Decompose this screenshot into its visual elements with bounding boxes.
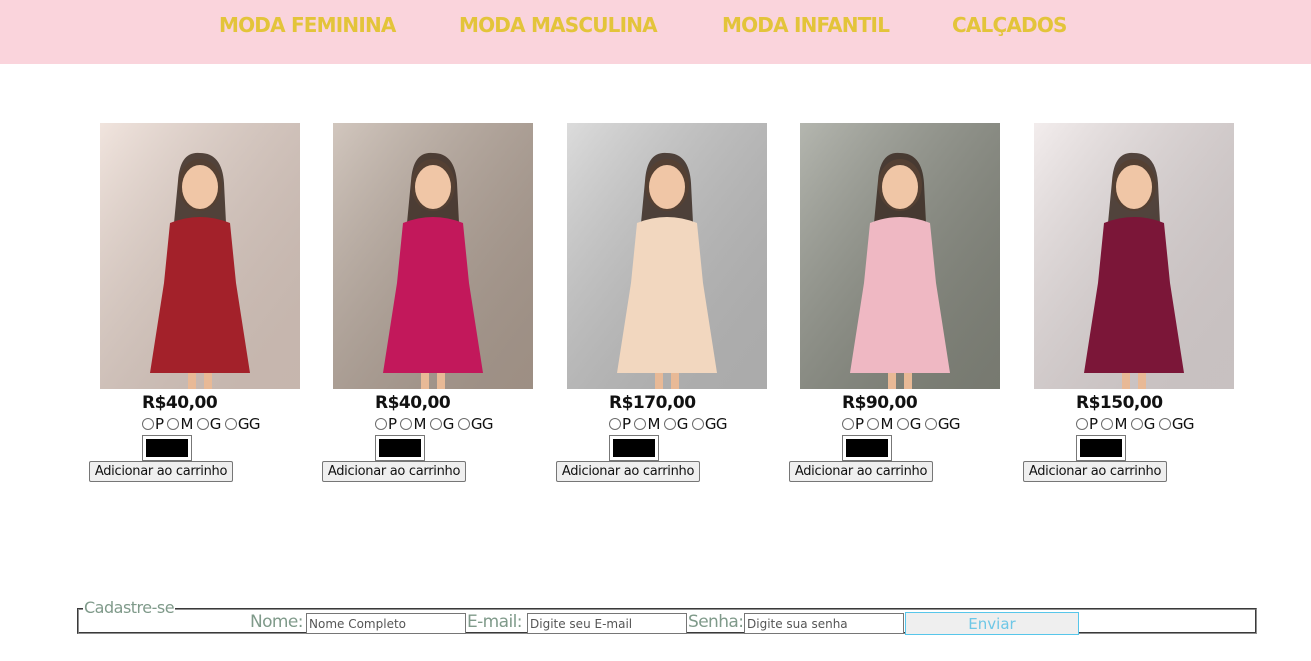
product-price: R$40,00 [142, 393, 218, 413]
size-option-p[interactable]: P [375, 415, 397, 433]
size-option-m[interactable]: M [634, 415, 660, 433]
size-option-m[interactable]: M [867, 415, 893, 433]
size-option-gg[interactable]: GG [224, 415, 261, 433]
size-label: G [676, 415, 689, 433]
size-option-gg[interactable]: GG [691, 415, 728, 433]
size-option-g[interactable]: G [896, 415, 922, 433]
size-label: M [647, 415, 660, 433]
size-options: P M G GG [142, 415, 264, 433]
size-label: M [413, 415, 426, 433]
quantity-input[interactable] [375, 435, 425, 461]
email-label: E-mail: [467, 612, 522, 632]
size-option-g[interactable]: G [429, 415, 455, 433]
name-input[interactable] [306, 613, 466, 634]
size-label: P [622, 415, 631, 433]
size-option-gg[interactable]: GG [924, 415, 961, 433]
quantity-input[interactable] [1076, 435, 1126, 461]
size-option-p[interactable]: P [1076, 415, 1098, 433]
size-option-p[interactable]: P [142, 415, 164, 433]
size-options: P M G GG [609, 415, 731, 433]
size-options: P M G GG [842, 415, 964, 433]
name-label: Nome: [250, 612, 303, 632]
size-radio[interactable] [375, 418, 387, 430]
signup-legend: Cadastre-se [83, 598, 176, 617]
size-options: P M G GG [1076, 415, 1198, 433]
size-label: P [155, 415, 164, 433]
red-floral-blouse-photo [100, 123, 300, 389]
password-input[interactable] [744, 613, 904, 634]
size-label: P [855, 415, 864, 433]
pink-skirt-outfit-photo [333, 123, 533, 389]
size-radio[interactable] [429, 418, 442, 430]
size-label: GG [1171, 415, 1195, 433]
top-navigation: MODA FEMININA MODA MASCULINA MODA INFANT… [0, 0, 1311, 64]
size-radio[interactable] [691, 418, 704, 430]
product-price: R$40,00 [375, 393, 451, 413]
size-options: P M G GG [375, 415, 497, 433]
size-radio[interactable] [609, 418, 621, 430]
size-radio[interactable] [663, 418, 676, 430]
cream-gown-photo [567, 123, 767, 389]
size-radio[interactable] [896, 418, 909, 430]
size-option-p[interactable]: P [609, 415, 631, 433]
quantity-input[interactable] [609, 435, 659, 461]
quantity-input[interactable] [142, 435, 192, 461]
product-price: R$90,00 [842, 393, 918, 413]
size-radio[interactable] [842, 418, 854, 430]
size-radio[interactable] [400, 418, 413, 430]
email-input[interactable] [527, 613, 687, 634]
size-radio[interactable] [867, 418, 880, 430]
submit-button[interactable]: Enviar [905, 612, 1079, 635]
size-label: GG [704, 415, 728, 433]
size-option-m[interactable]: M [1101, 415, 1127, 433]
size-option-m[interactable]: M [400, 415, 426, 433]
nav-moda-masculina[interactable]: MODA MASCULINA [459, 13, 658, 37]
size-label: GG [237, 415, 261, 433]
size-radio[interactable] [1076, 418, 1088, 430]
size-radio[interactable] [457, 418, 470, 430]
signup-form: Cadastre-se Nome: E-mail: Senha: Enviar [77, 598, 1257, 635]
size-option-gg[interactable]: GG [1158, 415, 1195, 433]
product-price: R$170,00 [609, 393, 696, 413]
add-to-cart-button[interactable]: Adicionar ao carrinho [556, 461, 700, 482]
size-radio[interactable] [167, 418, 180, 430]
size-label: M [880, 415, 893, 433]
nav-moda-feminina[interactable]: MODA FEMININA [219, 13, 396, 37]
size-radio[interactable] [224, 418, 237, 430]
add-to-cart-button[interactable]: Adicionar ao carrinho [89, 461, 233, 482]
size-label: P [1089, 415, 1098, 433]
size-option-p[interactable]: P [842, 415, 864, 433]
password-label: Senha: [688, 612, 744, 632]
size-radio[interactable] [634, 418, 647, 430]
burgundy-dress-photo [1034, 123, 1234, 389]
size-radio[interactable] [1101, 418, 1114, 430]
add-to-cart-button[interactable]: Adicionar ao carrinho [322, 461, 466, 482]
size-radio[interactable] [1130, 418, 1143, 430]
size-radio[interactable] [1158, 418, 1171, 430]
size-label: M [1114, 415, 1127, 433]
size-radio[interactable] [924, 418, 937, 430]
size-label: G [442, 415, 455, 433]
size-label: M [180, 415, 193, 433]
product-price: R$150,00 [1076, 393, 1163, 413]
size-option-gg[interactable]: GG [457, 415, 494, 433]
size-option-m[interactable]: M [167, 415, 193, 433]
nav-moda-infantil[interactable]: MODA INFANTIL [722, 13, 890, 37]
add-to-cart-button[interactable]: Adicionar ao carrinho [1023, 461, 1167, 482]
size-label: G [209, 415, 222, 433]
pink-dress-photo [800, 123, 1000, 389]
nav-calcados[interactable]: CALÇADOS [952, 13, 1067, 37]
size-label: GG [470, 415, 494, 433]
size-label: G [1143, 415, 1156, 433]
size-radio[interactable] [142, 418, 154, 430]
size-radio[interactable] [196, 418, 209, 430]
add-to-cart-button[interactable]: Adicionar ao carrinho [789, 461, 933, 482]
size-option-g[interactable]: G [196, 415, 222, 433]
size-label: G [909, 415, 922, 433]
size-option-g[interactable]: G [663, 415, 689, 433]
size-option-g[interactable]: G [1130, 415, 1156, 433]
size-label: GG [937, 415, 961, 433]
quantity-input[interactable] [842, 435, 892, 461]
size-label: P [388, 415, 397, 433]
